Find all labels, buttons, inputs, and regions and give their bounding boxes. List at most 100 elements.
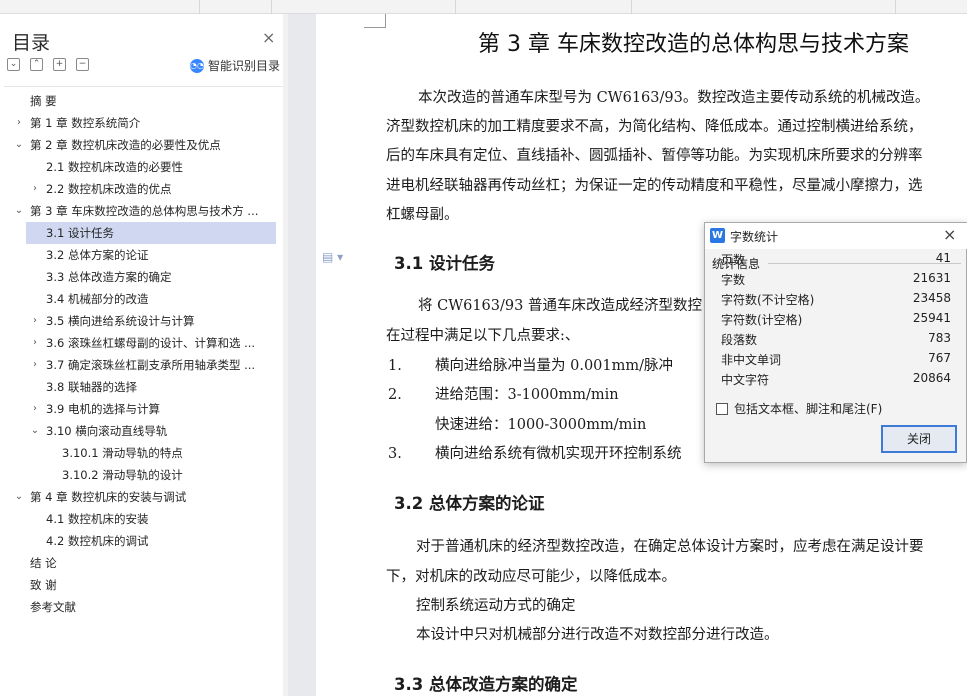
toc-item[interactable]: 2.1 数控机床改造的必要性 [0, 156, 287, 178]
toc-item-label: 2.1 数控机床改造的必要性 [46, 160, 183, 174]
stat-value: 41 [935, 251, 951, 265]
toc-item[interactable]: 3.4 机械部分的改造 [0, 288, 287, 310]
stat-value: 767 [928, 351, 951, 365]
stat-row: 字符数(计空格) 25941 [721, 311, 951, 331]
toc-item[interactable]: › 2.2 数控机床改造的优点 [0, 178, 287, 200]
toc-item[interactable]: ⌄ 第 3 章 车床数控改造的总体构思与技术方 ... [0, 200, 287, 222]
toc-item-label: 第 2 章 数控机床改造的必要性及优点 [30, 138, 221, 152]
chevron-down-icon[interactable]: ⌄ [30, 420, 40, 442]
nav-title: 目录 [12, 32, 51, 54]
toc-item[interactable]: 4.1 数控机床的安装 [0, 508, 287, 530]
stat-row: 段落数 783 [721, 331, 951, 351]
toc-item-label: 3.6 滚珠丝杠螺母副的设计、计算和选 ... [46, 336, 256, 350]
chevron-right-icon[interactable]: › [30, 310, 40, 332]
intro-line: 进电机经联轴器再传动丝杠；为保证一定的传动精度和平稳性，尽量减小摩擦力，选 [386, 178, 923, 194]
close-button[interactable]: 关闭 [881, 425, 957, 453]
toc-item[interactable]: 摘 要 [0, 90, 287, 112]
toc-item-label: 摘 要 [30, 94, 57, 108]
toc-item-label: 3.5 横向进给系统设计与计算 [46, 314, 195, 328]
toc-item-label: 3.10.2 滑动导轨的设计 [62, 468, 183, 482]
toc-item[interactable]: 参考文献 [0, 596, 287, 618]
toc-item[interactable]: 3.8 联轴器的选择 [0, 376, 287, 398]
chevron-right-icon[interactable]: › [30, 178, 40, 200]
toc-item[interactable]: › 3.7 确定滚珠丝杠副支承所用轴承类型 ... [0, 354, 287, 376]
toc-item[interactable]: 3.2 总体方案的论证 [0, 244, 287, 266]
toc-item-label: 3.1 设计任务 [46, 226, 114, 240]
intro-line: 本次改造的普通车床型号为 CW6163/93。数控改造主要传动系统的机械改造。 [418, 90, 930, 106]
list-item: 快速进给：1000-3000mm/min [435, 417, 647, 433]
toc-item-label: 3.3 总体改造方案的确定 [46, 270, 172, 284]
nav-scrollbar[interactable] [283, 14, 288, 696]
divider [4, 86, 283, 87]
stat-label: 非中文单词 [721, 353, 782, 367]
toc-item-label: 3.8 联轴器的选择 [46, 380, 137, 394]
toc-item[interactable]: 结 论 [0, 552, 287, 574]
toc-item[interactable]: 致 谢 [0, 574, 287, 596]
chevron-down-icon[interactable]: ⌄ [14, 200, 24, 222]
stat-value: 21631 [912, 271, 951, 285]
dialog-title-bar[interactable]: W 字数统计 × [705, 223, 967, 249]
chevron-down-icon[interactable]: ⌄ [14, 134, 24, 156]
toolbar-segment [272, 0, 456, 14]
smart-toc-button[interactable]: ◔◔ 智能识别目录 [190, 57, 280, 74]
stat-label: 字符数(不计空格) [721, 293, 815, 307]
toc-item-label: 4.1 数控机床的安装 [46, 512, 149, 526]
chevron-down-icon[interactable]: ⌄ [14, 486, 24, 508]
toc-item[interactable]: 3.10.1 滑动导轨的特点 [0, 442, 287, 464]
chapter-title: 第 3 章 车床数控改造的总体构思与技术方案 [478, 32, 909, 57]
toolbar-segment [200, 0, 272, 14]
list-item: 横向进给脉冲当量为 0.001mm/脉冲 [435, 358, 674, 374]
chevron-right-icon[interactable]: › [30, 332, 40, 354]
toc-item[interactable]: 3.1 设计任务 [26, 222, 276, 244]
list-item: 进给范围：3-1000mm/min [435, 387, 619, 403]
chevron-right-icon[interactable]: › [30, 354, 40, 376]
toc-item[interactable]: 4.2 数控机床的调试 [0, 530, 287, 552]
toolbar-segment [0, 0, 200, 14]
chevron-right-icon[interactable]: › [30, 398, 40, 420]
include-textbox-footnote-checkbox[interactable]: 包括文本框、脚注和尾注(F) [716, 400, 882, 417]
toc-item-label: 3.10 横向滚动直线导轨 [46, 424, 168, 438]
stat-row: 字数 21631 [721, 271, 951, 291]
s32-line: 控制系统运动方式的确定 [416, 598, 576, 614]
toolbar-segment [456, 0, 632, 14]
toc-item-label: 3.2 总体方案的论证 [46, 248, 149, 262]
close-icon[interactable]: × [262, 28, 275, 47]
stat-row: 中文字符 20864 [721, 371, 951, 391]
toc-item-label: 结 论 [30, 556, 57, 570]
close-icon[interactable]: × [943, 225, 956, 244]
wps-writer-icon: W [710, 228, 725, 243]
checkbox-label: 包括文本框、脚注和尾注(F) [734, 402, 883, 416]
section-3-3-heading: 3.3 总体改造方案的确定 [394, 675, 578, 694]
stat-value: 23458 [912, 291, 951, 305]
list-number: 1. [388, 358, 402, 374]
navigation-pane: 目录 × ⌄ ⌃ + − ◔◔ 智能识别目录 摘 要 › 第 1 章 数控系统简介 ⌄… [0, 14, 288, 696]
s32-line: 下，对机床的改动应尽可能少，以降低成本。 [386, 569, 676, 585]
toc-item[interactable]: 3.3 总体改造方案的确定 [0, 266, 287, 288]
stat-value: 25941 [912, 311, 951, 325]
toc-item-label: 4.2 数控机床的调试 [46, 534, 149, 548]
stat-row: 字符数(不计空格) 23458 [721, 291, 951, 311]
toc-item[interactable]: ⌄ 3.10 横向滚动直线导轨 [0, 420, 287, 442]
toc-item[interactable]: › 第 1 章 数控系统简介 [0, 112, 287, 134]
chevron-right-icon[interactable]: › [14, 112, 24, 134]
toc-item[interactable]: › 3.5 横向进给系统设计与计算 [0, 310, 287, 332]
toc-item[interactable]: 3.10.2 滑动导轨的设计 [0, 464, 287, 486]
stat-label: 字数 [721, 273, 746, 287]
toc-list: 摘 要 › 第 1 章 数控系统简介 ⌄ 第 2 章 数控机床改造的必要性及优点 2.1 … [0, 90, 287, 618]
toc-item[interactable]: › 3.9 电机的选择与计算 [0, 398, 287, 420]
remove-heading-button[interactable]: − [76, 58, 89, 71]
collapse-all-button[interactable]: ⌄ [7, 58, 20, 71]
checkbox-box[interactable] [716, 402, 728, 415]
smart-ai-icon: ◔◔ [190, 58, 204, 73]
toc-item[interactable]: ⌄ 第 4 章 数控机床的安装与调试 [0, 486, 287, 508]
toc-item-label: 致 谢 [30, 578, 57, 592]
toc-item[interactable]: › 3.6 滚珠丝杠螺母副的设计、计算和选 ... [0, 332, 287, 354]
add-heading-button[interactable]: + [53, 58, 66, 71]
paragraph-handle-icon[interactable]: ▤ ▾ [322, 250, 343, 264]
stat-label: 段落数 [721, 333, 758, 347]
toc-item-label: 3.10.1 滑动导轨的特点 [62, 446, 183, 460]
toc-item[interactable]: ⌄ 第 2 章 数控机床改造的必要性及优点 [0, 134, 287, 156]
expand-all-button[interactable]: ⌃ [30, 58, 43, 71]
s32-line: 本设计中只对机械部分进行改造不对数控部分进行改造。 [416, 627, 779, 643]
list-number: 3. [388, 446, 402, 462]
